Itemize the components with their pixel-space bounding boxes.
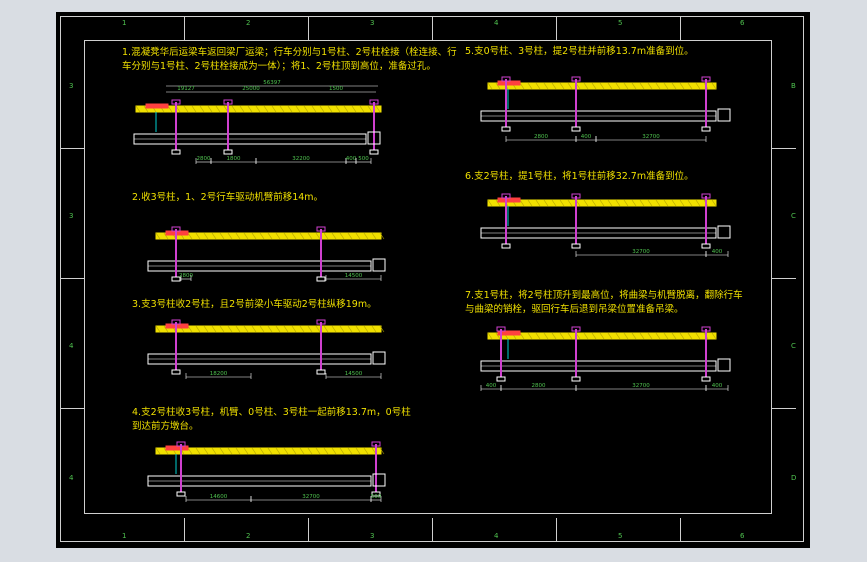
stage-4-bottom-dim-label-3: 500 xyxy=(371,494,382,500)
stage-7-bottom-dim-label-1: 400 xyxy=(486,383,497,389)
stage-1-top-dim-label-1: 19127 xyxy=(177,86,195,92)
stage-7-bottom-dim-label-4: 400 xyxy=(712,383,723,389)
stage-7-leg-foot-2 xyxy=(571,376,581,382)
stage-5-pier xyxy=(717,108,731,122)
stage-6-trolley xyxy=(497,197,521,203)
stage-5-bottom-dim-label-2: 400 xyxy=(581,134,592,140)
stage-7-leg-foot-3 xyxy=(701,376,711,382)
stage-1-leg-foot-3 xyxy=(369,149,379,155)
cad-viewport[interactable]: 1 2 3 4 5 6 1 2 3 4 5 6 3 3 4 4 B C C D … xyxy=(56,12,810,548)
stage-2-pier xyxy=(372,258,386,272)
stage-5-trolley xyxy=(497,80,521,86)
stage-6-leg-foot-3 xyxy=(701,243,711,249)
stage-5-leg-foot-1 xyxy=(501,126,511,132)
stage-4-pier xyxy=(372,473,386,487)
stage-1-leg-foot-2 xyxy=(223,149,233,155)
stage-1-bottom-dim-label-1: 2800 xyxy=(197,156,211,162)
stage-6-leg-foot-1 xyxy=(501,243,511,249)
stage-2-leg-foot-2 xyxy=(316,276,326,282)
stage-5-bottom-dim-label-3: 32700 xyxy=(642,134,660,140)
stage-1-overall-dim-label: 56397 xyxy=(263,80,281,86)
stage-5-bottom-dim-label-1: 2800 xyxy=(534,134,548,140)
stage-2-bottom-dim-label-2: 14500 xyxy=(345,273,363,279)
stage-1-bottom-dim-label-4: 400 xyxy=(346,156,357,162)
stage-3-bottom-dim-label-2: 14500 xyxy=(345,371,363,377)
stage-4-bottom-dim-label-2: 32700 xyxy=(302,494,320,500)
stage-7-leg-foot-1 xyxy=(496,376,506,382)
stage-1-trolley xyxy=(145,103,169,109)
stage-7-bottom-dim-label-3: 32700 xyxy=(632,383,650,389)
stage-4-leg-foot-1 xyxy=(176,491,186,497)
stage-5-leg-foot-2 xyxy=(571,126,581,132)
stage-7-pier xyxy=(717,358,731,372)
stage-3-pier xyxy=(372,351,386,365)
stage-1-leg-foot-1 xyxy=(171,149,181,155)
stage-1-top-dim-label-2: 25000 xyxy=(242,86,260,92)
stage-7-bottom-dim-label-2: 2800 xyxy=(532,383,546,389)
stage-6-bottom-dim-label-1: 32700 xyxy=(632,249,650,255)
stage-1-top-dim-label-3: 1500 xyxy=(329,86,343,92)
stage-6-leg-foot-2 xyxy=(571,243,581,249)
stage-2-bottom-dim-label-1: 2800 xyxy=(179,273,193,279)
stage-1-bottom-dim-label-2: 1800 xyxy=(227,156,241,162)
stage-3-leg-foot-2 xyxy=(316,369,326,375)
stage-6-bottom-dim-label-2: 400 xyxy=(712,249,723,255)
stage-4-trolley xyxy=(165,445,189,451)
stage-1-bottom-dim-label-5: 500 xyxy=(358,156,369,162)
stage-4-bottom-dim-label-1: 14600 xyxy=(210,494,228,500)
stage-1-bottom-dim-label-3: 32200 xyxy=(292,156,310,162)
stage-5-leg-foot-3 xyxy=(701,126,711,132)
launching-stages-drawing: 5639719127 25000 15002800 1800 32200 400 50028… xyxy=(133,76,731,502)
stage-3-bottom-dim-label-1: 18200 xyxy=(210,371,228,377)
stage-3-leg-foot-1 xyxy=(171,369,181,375)
stage-6-pier xyxy=(717,225,731,239)
